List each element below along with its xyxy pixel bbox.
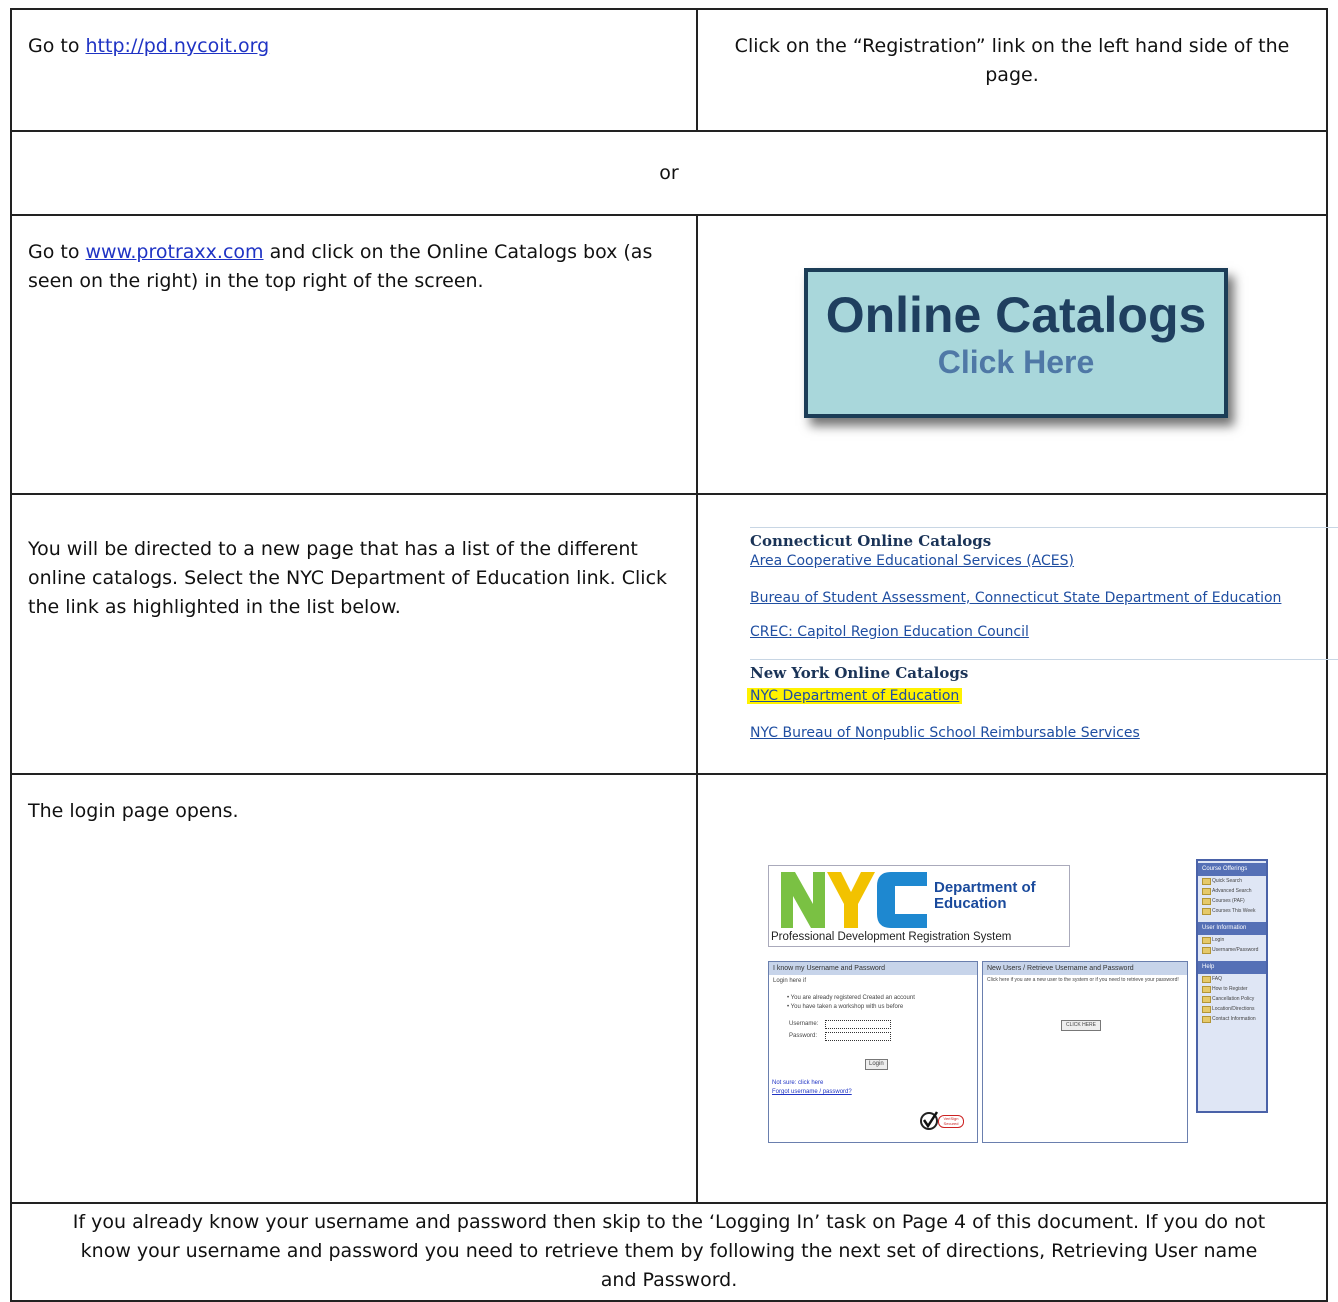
system-title: Professional Development Registration Sy… xyxy=(771,931,1012,943)
nycoit-link[interactable]: http://pd.nycoit.org xyxy=(86,35,270,57)
nyc-doe-highlight: NYC Department of Education xyxy=(747,688,963,704)
new-user-header: New Users / Retrieve Username and Passwo… xyxy=(983,962,1187,975)
nav-section-help: Help xyxy=(1198,961,1266,974)
login-page-screenshot: Department of Education Professional Dev… xyxy=(768,859,1298,1143)
username-label: Username: xyxy=(789,1021,819,1027)
nav-cancellation-policy[interactable]: Cancellation Policy xyxy=(1198,994,1266,1004)
catalog-item-aces: Area Cooperative Educational Services (A… xyxy=(750,553,1075,569)
step1-left: Go to http://pd.nycoit.org xyxy=(10,8,698,132)
catalog-list-screenshot: Connecticut Online Catalogs Area Coopera… xyxy=(698,495,1338,773)
known-user-bullet-2: • You have taken a workshop with us befo… xyxy=(787,1004,904,1010)
verisign-seal: VeriSign Secured xyxy=(919,1110,965,1132)
nav-section-user-info: User Information xyxy=(1198,922,1266,935)
side-navigation: Course Offerings Quick Search Advanced S… xyxy=(1196,859,1268,1113)
nav-quick-search[interactable]: Quick Search xyxy=(1198,876,1266,886)
login-button[interactable]: Login xyxy=(865,1059,888,1070)
nav-faq[interactable]: FAQ xyxy=(1198,974,1266,984)
click-here-button[interactable]: CLICK HERE xyxy=(1061,1020,1102,1031)
nav-advanced-search[interactable]: Advanced Search xyxy=(1198,886,1266,896)
online-catalogs-title: Online Catalogs xyxy=(825,287,1207,343)
row-step-3: You will be directed to a new page that … xyxy=(10,493,1338,775)
step4-right: Department of Education Professional Dev… xyxy=(696,773,1328,1204)
nav-location-directions[interactable]: Location/Directions xyxy=(1198,1004,1266,1014)
note-text: If you already know your username and pa… xyxy=(72,1211,1266,1291)
nav-contact-information[interactable]: Contact Information xyxy=(1198,1014,1266,1024)
step4-left: The login page opens. xyxy=(10,773,698,1204)
or-cell: or xyxy=(10,130,1328,216)
nav-section-course-offerings: Course Offerings xyxy=(1198,863,1266,876)
catalog-item-nyc-doe: NYC Department of Education xyxy=(747,686,963,706)
online-catalogs-subtitle: Click Here xyxy=(937,344,1095,380)
or-text: or xyxy=(659,161,679,184)
step2-right: Online Catalogs Click Here xyxy=(696,214,1328,495)
step3-text: You will be directed to a new page that … xyxy=(28,538,668,618)
step3-right: Connecticut Online Catalogs Area Coopera… xyxy=(696,493,1338,775)
new-user-box: New Users / Retrieve Username and Passwo… xyxy=(982,961,1188,1143)
step2-prefix: Go to xyxy=(28,241,86,263)
instructions-table: Go to http://pd.nycoit.org Click on the … xyxy=(10,8,1338,1302)
step3-left: You will be directed to a new page that … xyxy=(10,493,698,775)
nyc-doe-banner: Department of Education Professional Dev… xyxy=(768,865,1070,947)
step4-text: The login page opens. xyxy=(28,800,239,822)
row-step-2: Go to www.protraxx.com and click on the … xyxy=(10,214,1328,495)
nav-courses-this-week[interactable]: Courses This Week xyxy=(1198,906,1266,916)
password-field[interactable] xyxy=(825,1032,891,1041)
row-step-4: The login page opens. Department of Educ… xyxy=(10,773,1328,1204)
nyc-logo-icon xyxy=(781,872,927,928)
note-cell: If you already know your username and pa… xyxy=(10,1202,1328,1302)
step1-right: Click on the “Registration” link on the … xyxy=(696,8,1328,132)
known-user-header: I know my Username and Password xyxy=(769,962,977,975)
catalog-item-nyc-nonpublic: NYC Bureau of Nonpublic School Reimbursa… xyxy=(750,725,1140,741)
row-or: or xyxy=(10,130,1328,216)
username-field[interactable] xyxy=(825,1020,891,1029)
step2-left: Go to www.protraxx.com and click on the … xyxy=(10,214,698,495)
new-user-sub: Click here if you are a new user to the … xyxy=(987,977,1179,983)
step1-prefix: Go to xyxy=(28,35,86,57)
nav-courses-paf[interactable]: Courses (PAF) xyxy=(1198,896,1266,906)
catalog-item-crec: CREC: Capitol Region Education Council xyxy=(750,624,1029,640)
catalog-heading-connecticut: Connecticut Online Catalogs xyxy=(750,527,1338,551)
forgot-password-link[interactable]: Forgot username / password? xyxy=(772,1088,852,1097)
row-step-1: Go to http://pd.nycoit.org Click on the … xyxy=(10,8,1328,132)
known-user-bullet-1: • You are already registered Created an … xyxy=(787,995,915,1001)
password-label: Password: xyxy=(789,1033,818,1039)
dept-line-2: Education xyxy=(934,895,1007,912)
dept-line-1: Department of xyxy=(934,879,1036,896)
step1-instruction: Click on the “Registration” link on the … xyxy=(734,35,1290,86)
row-note: If you already know your username and pa… xyxy=(10,1202,1328,1302)
protraxx-link[interactable]: www.protraxx.com xyxy=(86,241,264,263)
nav-how-to-register[interactable]: How to Register xyxy=(1198,984,1266,994)
checkmark-icon xyxy=(920,1111,939,1130)
nav-login[interactable]: Login xyxy=(1198,935,1266,945)
known-user-sub: Login here if xyxy=(773,978,807,984)
verisign-text: VeriSign Secured xyxy=(938,1115,964,1128)
known-user-box: I know my Username and Password Login he… xyxy=(768,961,978,1143)
nav-username-password[interactable]: Username/Password xyxy=(1198,945,1266,955)
not-sure-link[interactable]: Not sure: click here xyxy=(772,1079,823,1088)
catalog-heading-new-york: New York Online Catalogs xyxy=(750,659,1338,683)
catalog-item-student-assessment: Bureau of Student Assessment, Connecticu… xyxy=(750,590,1282,606)
online-catalogs-button-image: Online Catalogs Click Here xyxy=(804,268,1228,418)
